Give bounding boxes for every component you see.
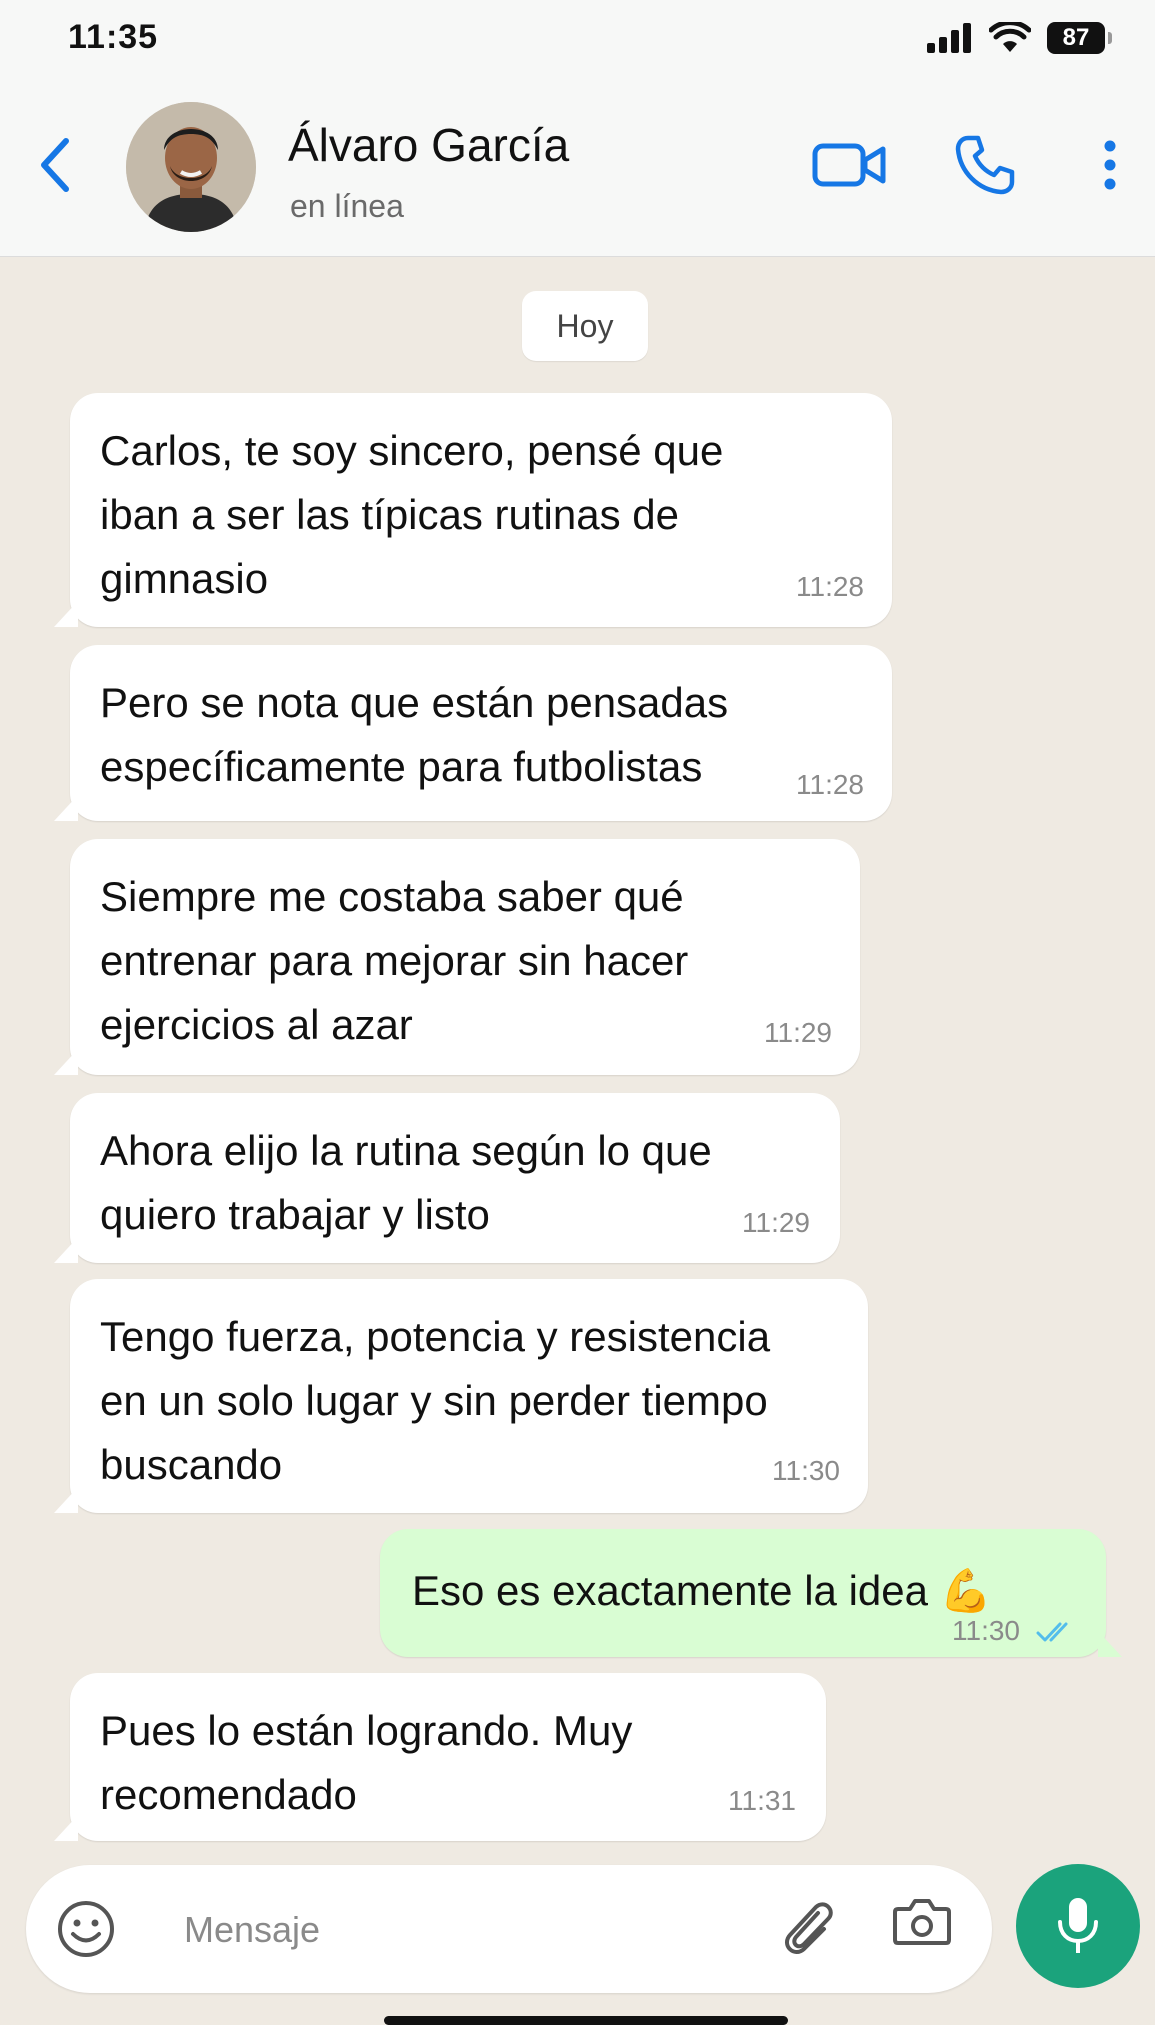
message-composer (26, 1865, 992, 1993)
paperclip-icon (785, 1902, 833, 1954)
attach-button[interactable] (778, 1895, 838, 1963)
message-bubble-incoming[interactable]: Ahora elijo la rutina según lo que quier… (54, 1093, 840, 1263)
emoji-button[interactable] (56, 1899, 116, 1959)
message-bubble-incoming[interactable]: Carlos, te soy sincero, pensé que iban a… (54, 393, 892, 627)
home-indicator (384, 2016, 788, 2025)
contact-name[interactable]: Álvaro García (288, 118, 569, 172)
status-bar: 11:35 87 (0, 0, 1155, 80)
message-bubble-incoming[interactable]: Tengo fuerza, potencia y resistencia en … (54, 1279, 868, 1513)
emoji-icon (58, 1901, 114, 1957)
message-time: 11:28 (796, 571, 864, 602)
message-text: Tengo fuerza, potencia y resistencia en … (100, 1313, 771, 1488)
message-bubble-incoming[interactable]: Siempre me costaba saber qué entrenar pa… (54, 839, 860, 1075)
more-options-button[interactable] (1090, 130, 1130, 200)
contact-status: en línea (290, 188, 404, 224)
status-icons: 87 (927, 22, 1112, 54)
double-check-icon (1036, 1622, 1068, 1642)
message-input[interactable] (182, 1895, 746, 1965)
video-call-icon (812, 143, 886, 187)
chevron-left-icon (41, 138, 69, 192)
message-time: 11:31 (728, 1785, 796, 1816)
microphone-icon (1058, 1898, 1098, 1953)
message-text: Pero se nota que están pensadas específi… (100, 679, 729, 790)
message-bubble-outgoing[interactable]: Eso es exactamente la idea 💪 11:30 (380, 1529, 1122, 1657)
contact-photo (126, 102, 256, 232)
chat-header: Álvaro García en línea (0, 80, 1155, 257)
message-time: 11:30 (952, 1615, 1020, 1646)
message-text: Carlos, te soy sincero, pensé que iban a… (100, 427, 724, 602)
message-bubble-incoming[interactable]: Pues lo están logrando. Muy recomendado … (54, 1673, 826, 1841)
voice-call-button[interactable] (950, 130, 1020, 200)
message-time: 11:30 (772, 1455, 840, 1486)
video-call-button[interactable] (810, 130, 890, 200)
message-time: 11:29 (764, 1017, 832, 1048)
message-time: 11:28 (796, 769, 864, 800)
message-text: Eso es exactamente la idea 💪 (412, 1567, 992, 1614)
wifi-icon (989, 22, 1031, 52)
chat-area[interactable]: Hoy Carlos, te soy sincero, pensé que ib… (0, 257, 1155, 1857)
phone-icon (955, 135, 1015, 195)
message-bubble-incoming[interactable]: Pero se nota que están pensadas específi… (54, 645, 892, 821)
avatar[interactable] (126, 102, 256, 232)
message-text: Siempre me costaba saber qué entrenar pa… (100, 873, 689, 1048)
more-vertical-icon (1104, 140, 1116, 190)
message-time: 11:29 (742, 1207, 810, 1238)
voice-message-button[interactable] (1016, 1864, 1140, 1988)
camera-button[interactable] (892, 1895, 962, 1963)
battery-indicator: 87 (1047, 22, 1112, 54)
camera-icon (893, 1899, 951, 1945)
message-text: Pues lo están logrando. Muy recomendado (100, 1707, 633, 1818)
back-button[interactable] (30, 130, 80, 200)
message-text: Ahora elijo la rutina según lo que quier… (100, 1127, 712, 1238)
signal-icon (927, 23, 971, 53)
status-time: 11:35 (68, 18, 159, 56)
date-separator: Hoy (522, 291, 648, 361)
